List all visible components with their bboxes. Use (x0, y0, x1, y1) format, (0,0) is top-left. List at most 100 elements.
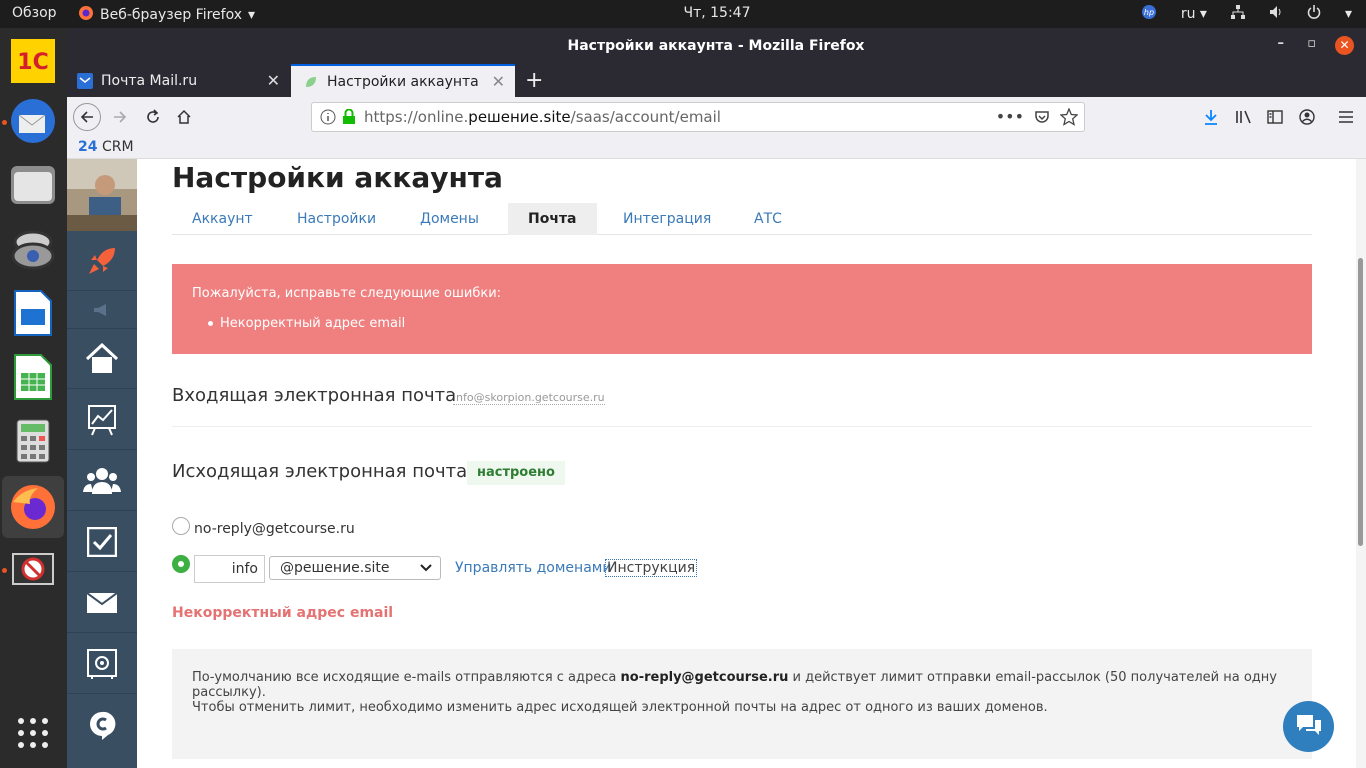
system-top-bar: Обзор Веб-браузер Firefox ▾ Чт, 15:47 hp… (0, 0, 1366, 28)
lock-icon[interactable] (342, 108, 356, 129)
safe-icon[interactable] (67, 634, 137, 694)
tasks-icon[interactable] (67, 512, 137, 572)
audio-app-icon[interactable] (8, 224, 58, 274)
chevron-down-icon (420, 557, 432, 586)
back-icon[interactable] (73, 103, 101, 131)
tab-domains[interactable]: Домены (420, 211, 479, 227)
blocked-app-icon[interactable] (8, 546, 58, 596)
downloads-icon[interactable] (1199, 105, 1223, 129)
tab-mail[interactable]: Почта (508, 203, 597, 235)
nav-toolbar: https://online.решение.site/saas/account… (67, 97, 1366, 137)
library-icon[interactable] (1232, 105, 1256, 129)
network-icon[interactable] (1230, 5, 1245, 23)
firefox-dock-icon[interactable] (2, 476, 64, 538)
maximize-icon[interactable]: ▫ (1307, 36, 1316, 51)
url-bar[interactable]: https://online.решение.site/saas/account… (311, 102, 1085, 132)
system-menu-caret-icon[interactable]: ▾ (1345, 6, 1352, 22)
bookmark-star-icon[interactable] (1059, 107, 1079, 130)
domain-select[interactable]: @решение.site (269, 556, 441, 580)
keyboard-layout[interactable]: ru ▾ (1181, 6, 1207, 22)
dock: 1C (0, 28, 67, 768)
chat-widget-button[interactable] (1283, 701, 1334, 752)
tab-label: Почта Mail.ru (101, 72, 198, 89)
volume-icon[interactable] (1269, 5, 1283, 23)
incoming-mail-title: Входящая электронная почта (172, 385, 457, 406)
home-icon[interactable] (67, 329, 137, 389)
power-icon[interactable] (1307, 5, 1321, 23)
instruction-link[interactable]: Инструкция (605, 559, 698, 577)
sidebar-toggle-icon[interactable] (1263, 105, 1287, 129)
radio-custom-sender[interactable] (172, 555, 190, 573)
chat-logo-icon[interactable] (67, 695, 137, 755)
tab-account-settings[interactable]: Настройки аккаунта ✕ (291, 64, 515, 97)
bookmarks-toolbar: 24 CRM (67, 137, 1366, 159)
error-alert: Пожалуйста, исправьте следующие ошибки: … (172, 264, 1312, 354)
calculator-icon[interactable] (8, 416, 58, 466)
announcements-icon[interactable] (67, 291, 137, 329)
outgoing-mail-title: Исходящая электронная почта (172, 461, 468, 482)
system-tray: hp ru ▾ ▾ (1141, 4, 1352, 24)
field-error: Некорректный адрес email (172, 605, 394, 621)
mail-favicon-icon (77, 72, 93, 89)
page-title: Настройки аккаунта (172, 161, 503, 194)
status-badge: настроено (467, 461, 565, 485)
running-indicator (2, 568, 7, 573)
tab-mail[interactable]: Почта Mail.ru ✕ (67, 64, 290, 97)
divider (172, 426, 1312, 427)
close-tab-icon[interactable]: ✕ (492, 72, 505, 91)
alert-item: Некорректный адрес email (207, 316, 406, 331)
manage-domains-link[interactable]: Управлять доменами (455, 560, 611, 576)
rocket-icon[interactable] (67, 231, 137, 291)
analytics-icon[interactable] (67, 390, 137, 450)
calc-icon[interactable] (8, 352, 58, 402)
window-titlebar: Настройки аккаунта - Mozilla Firefox – ▫… (67, 28, 1366, 64)
account-icon[interactable] (1295, 105, 1319, 129)
close-tab-icon[interactable]: ✕ (267, 71, 280, 90)
info-box: По-умолчанию все исходящие e-mails отпра… (172, 649, 1312, 759)
crm-logo-number: 24 (78, 139, 98, 155)
tab-label: Настройки аккаунта (327, 73, 479, 90)
default-sender-label: no-reply@getcourse.ru (194, 521, 355, 537)
info-icon[interactable] (320, 109, 336, 129)
bookmark-crm[interactable]: 24 CRM (78, 139, 134, 155)
alert-title: Пожалуйста, исправьте следующие ошибки: (192, 286, 502, 301)
tab-integration[interactable]: Интеграция (623, 211, 711, 227)
hp-icon[interactable]: hp (1141, 4, 1157, 24)
tab-settings[interactable]: Настройки (297, 211, 376, 227)
page-actions-icon[interactable]: ••• (996, 107, 1024, 126)
home-icon[interactable] (172, 105, 196, 129)
reload-icon[interactable] (141, 105, 165, 129)
radio-default-sender[interactable] (172, 517, 190, 535)
tab-pbx[interactable]: АТС (754, 211, 782, 227)
svg-text:hp: hp (1144, 8, 1154, 17)
tab-bar: Почта Mail.ru ✕ Настройки аккаунта ✕ + (67, 64, 1366, 97)
chat-bubbles-icon (1295, 713, 1323, 741)
domain-select-value: @решение.site (280, 560, 390, 576)
running-indicator (2, 120, 7, 125)
scrollbar-thumb[interactable] (1358, 258, 1363, 546)
info-paragraph-1: По-умолчанию все исходящие e-mails отпра… (192, 670, 1277, 700)
leaf-favicon-icon (303, 74, 319, 90)
new-tab-icon[interactable]: + (525, 68, 543, 93)
bookmark-label: CRM (101, 139, 134, 155)
show-apps-icon[interactable] (8, 708, 58, 758)
users-icon[interactable] (67, 451, 137, 511)
local-part-input[interactable]: info (194, 555, 265, 583)
hamburger-menu-icon[interactable] (1334, 105, 1358, 129)
incoming-mail-address[interactable]: info@skorpion.getcourse.ru (453, 391, 605, 405)
avatar[interactable] (67, 159, 137, 231)
settings-tabs: Аккаунт Настройки Домены Почта Интеграци… (172, 203, 1312, 235)
main-content: Настройки аккаунта Аккаунт Настройки Дом… (137, 159, 1356, 768)
writer-icon[interactable] (8, 288, 58, 338)
pocket-icon[interactable] (1034, 109, 1050, 129)
forward-icon[interactable] (108, 105, 132, 129)
files-icon[interactable] (8, 160, 58, 210)
app-sidebar (67, 159, 137, 768)
thunderbird-icon[interactable] (8, 96, 58, 146)
mail-icon[interactable] (67, 573, 137, 633)
minimize-icon[interactable]: – (1278, 36, 1285, 51)
tab-account[interactable]: Аккаунт (192, 211, 253, 227)
info-paragraph-2: Чтобы отменить лимит, необходимо изменит… (192, 700, 1048, 715)
window-title: Настройки аккаунта - Mozilla Firefox (567, 38, 865, 54)
close-window-icon[interactable]: ✕ (1335, 36, 1354, 55)
